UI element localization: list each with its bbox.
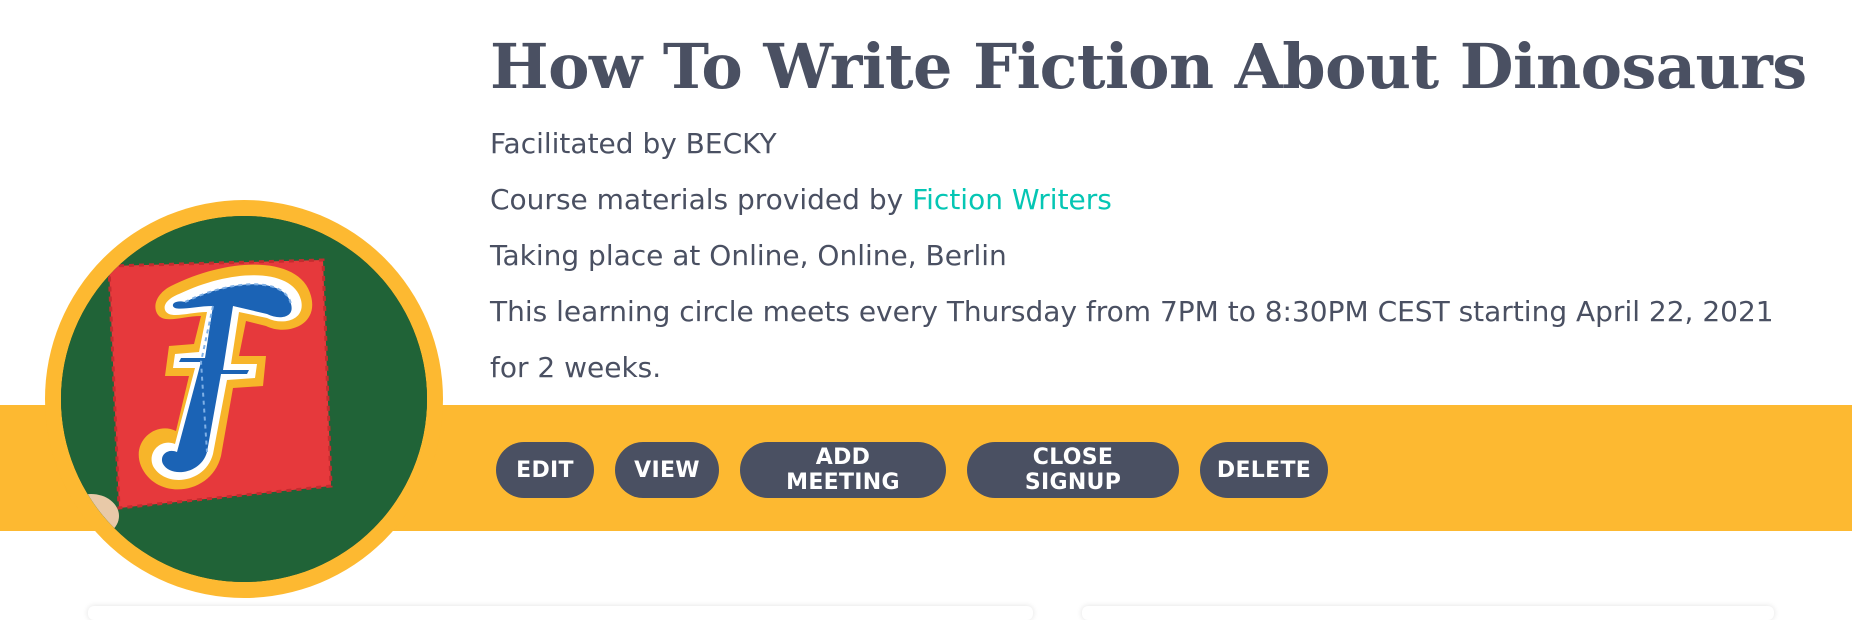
page-title: How To Write Fiction About Dinosaurs	[490, 30, 1807, 103]
action-buttons: EDIT VIEW ADD MEETING CLOSE SIGNUP DELET…	[496, 442, 1328, 498]
schedule-line: This learning circle meets every Thursda…	[490, 295, 1774, 384]
edit-button[interactable]: EDIT	[496, 442, 594, 498]
add-meeting-button[interactable]: ADD MEETING	[740, 442, 946, 498]
location-line: Taking place at Online, Online, Berlin	[490, 239, 1007, 272]
content-card-right	[1082, 606, 1774, 620]
delete-button[interactable]: DELETE	[1200, 442, 1328, 498]
course-avatar	[61, 216, 427, 582]
materials-prefix: Course materials provided by	[490, 183, 913, 216]
content-card-left	[88, 606, 1033, 620]
felt-letter-f-icon	[61, 216, 427, 582]
materials-line: Course materials provided by Fiction Wri…	[490, 172, 1112, 228]
facilitator-line: Facilitated by BECKY	[490, 127, 777, 160]
close-signup-button[interactable]: CLOSE SIGNUP	[967, 442, 1179, 498]
materials-provider-link[interactable]: Fiction Writers	[912, 183, 1112, 216]
view-button[interactable]: VIEW	[615, 442, 719, 498]
